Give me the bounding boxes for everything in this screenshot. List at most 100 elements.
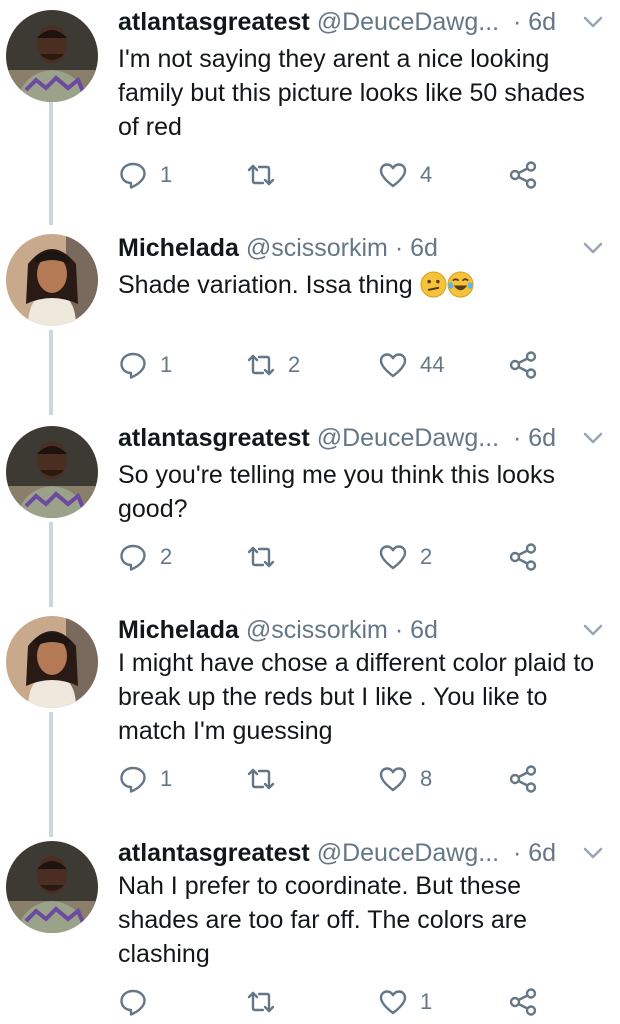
tweet-actions: 1 8	[0, 762, 620, 796]
like-count: 4	[420, 162, 433, 187]
reply-button[interactable]	[118, 985, 160, 1019]
avatar-michelada[interactable]	[6, 616, 98, 708]
chevron-down-icon[interactable]	[582, 845, 604, 861]
share-button[interactable]	[508, 348, 538, 382]
share-icon	[509, 988, 537, 1016]
share-icon	[509, 161, 537, 189]
reply-count: 2	[160, 544, 173, 569]
retweet-count: 2	[288, 352, 301, 377]
share-icon	[509, 765, 537, 793]
display-name[interactable]: atlantasgreatest	[118, 839, 310, 867]
reply-button[interactable]: 1	[118, 348, 172, 382]
timestamp[interactable]: · 6d	[513, 420, 556, 456]
retweet-button[interactable]	[246, 985, 288, 1019]
tweet[interactable]: atlantasgreatest @DeuceDawg... · 6d So y…	[0, 420, 620, 590]
timestamp[interactable]: · 6d	[395, 234, 438, 262]
tweet-text-content: Shade variation. Issa thing	[118, 271, 413, 299]
display-name[interactable]: Michelada	[118, 616, 239, 644]
tweet-header: atlantasgreatest @DeuceDawg... · 6d	[118, 835, 620, 871]
share-button[interactable]	[508, 158, 538, 192]
reply-count: 1	[160, 352, 173, 377]
avatar-atlantasgreatest[interactable]	[6, 841, 98, 933]
tweet-text: Shade variation. Issa thing	[118, 268, 608, 302]
reply-icon	[120, 766, 146, 793]
reply-button[interactable]: 1	[118, 762, 172, 796]
reply-button[interactable]: 2	[118, 540, 172, 574]
like-count: 1	[420, 989, 433, 1014]
reply-icon	[120, 162, 146, 189]
like-button[interactable]: 44	[378, 348, 444, 382]
reply-button[interactable]: 1	[118, 158, 172, 192]
tweet[interactable]: atlantasgreatest @DeuceDawg... · 6d Nah …	[0, 835, 620, 1024]
tweet-header: Michelada @scissorkim · 6d	[118, 230, 620, 266]
retweet-icon	[247, 991, 275, 1013]
retweet-button[interactable]	[246, 158, 288, 192]
avatar-atlantasgreatest[interactable]	[6, 426, 98, 518]
reply-icon	[120, 544, 146, 571]
tweet-text: I might have chose a different color pla…	[118, 649, 595, 745]
tweet-header: atlantasgreatest @DeuceDawg... · 6d	[118, 4, 620, 40]
share-icon	[509, 543, 537, 571]
tweet-actions: 1 2 44	[0, 348, 620, 382]
reply-icon	[120, 989, 146, 1016]
tweet[interactable]: Michelada @scissorkim · 6d Shade variati…	[0, 230, 620, 390]
timestamp[interactable]: · 6d	[513, 4, 556, 40]
avatar-atlantasgreatest[interactable]	[6, 10, 98, 102]
tweet-header: atlantasgreatest @DeuceDawg... · 6d	[118, 420, 620, 456]
avatar-michelada[interactable]	[6, 234, 98, 326]
tweet[interactable]: atlantasgreatest @DeuceDawg... · 6d I'm …	[0, 4, 620, 194]
reply-icon	[120, 352, 146, 379]
avatar-image	[6, 426, 98, 518]
username[interactable]: @DeuceDawg...	[317, 8, 499, 36]
username[interactable]: @scissorkim	[246, 234, 388, 262]
avatar-image	[6, 234, 98, 326]
retweet-button[interactable]: 2	[246, 348, 300, 382]
chevron-down-icon[interactable]	[582, 430, 604, 446]
tweet[interactable]: Michelada @scissorkim · 6d I might have …	[0, 612, 620, 812]
avatar-image	[6, 10, 98, 102]
avatar-image	[6, 616, 98, 708]
like-button[interactable]: 2	[378, 540, 432, 574]
retweet-icon	[247, 164, 275, 186]
like-button[interactable]: 4	[378, 158, 432, 192]
chevron-down-icon[interactable]	[582, 14, 604, 30]
retweet-button[interactable]	[246, 762, 288, 796]
like-count: 44	[420, 352, 445, 377]
display-name[interactable]: Michelada	[118, 234, 239, 262]
tears-of-joy-emoji	[447, 271, 474, 298]
share-icon	[509, 351, 537, 379]
retweet-icon	[247, 546, 275, 568]
heart-icon	[379, 545, 407, 570]
display-name[interactable]: atlantasgreatest	[118, 8, 310, 36]
heart-icon	[379, 353, 407, 378]
tweet-text: Nah I prefer to coordinate. But these sh…	[118, 872, 528, 968]
tweet-text: So you're telling me you think this look…	[118, 461, 555, 523]
like-button[interactable]: 8	[378, 762, 432, 796]
like-count: 2	[420, 544, 433, 569]
username[interactable]: @DeuceDawg...	[317, 839, 499, 867]
heart-icon	[379, 990, 407, 1015]
display-name[interactable]: atlantasgreatest	[118, 424, 310, 452]
timestamp[interactable]: · 6d	[395, 616, 438, 644]
share-button[interactable]	[508, 985, 538, 1019]
heart-icon	[379, 767, 407, 792]
username[interactable]: @scissorkim	[246, 616, 388, 644]
tweet-actions: 2 2	[0, 540, 620, 574]
username[interactable]: @DeuceDawg...	[317, 424, 499, 452]
reply-count: 1	[160, 766, 173, 791]
tweet-header: Michelada @scissorkim · 6d	[118, 612, 620, 648]
share-button[interactable]	[508, 762, 538, 796]
retweet-icon	[247, 354, 275, 376]
share-button[interactable]	[508, 540, 538, 574]
timestamp[interactable]: · 6d	[513, 835, 556, 871]
chevron-down-icon[interactable]	[582, 622, 604, 638]
like-count: 8	[420, 766, 433, 791]
retweet-button[interactable]	[246, 540, 288, 574]
confused-face-emoji	[420, 271, 447, 298]
tweet-text: I'm not saying they arent a nice looking…	[118, 45, 585, 141]
reply-count: 1	[160, 162, 173, 187]
chevron-down-icon[interactable]	[582, 240, 604, 256]
avatar-image	[6, 841, 98, 933]
heart-icon	[379, 163, 407, 188]
like-button[interactable]: 1	[378, 985, 432, 1019]
